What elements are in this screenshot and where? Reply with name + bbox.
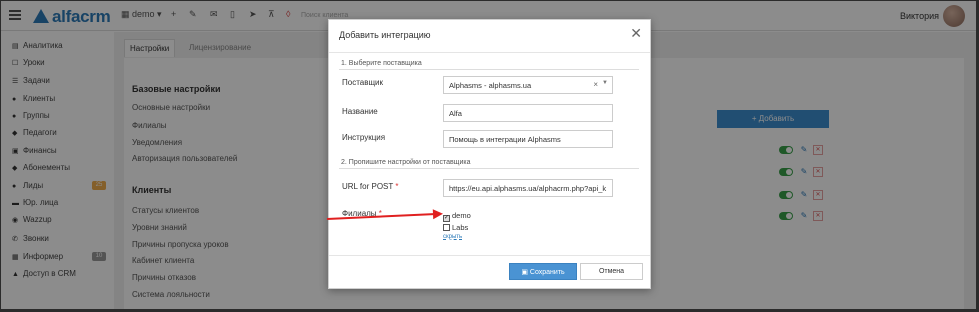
chevron-down-icon[interactable]: ▼ [602, 80, 608, 86]
hide-link[interactable]: скрыть [443, 234, 462, 240]
divider [329, 52, 650, 53]
step1-heading: 1. Выберите поставщика [341, 60, 422, 67]
divider [339, 168, 639, 169]
clear-icon[interactable]: × [593, 80, 598, 89]
checkbox-icon[interactable] [443, 224, 450, 231]
branch-checkbox-labs[interactable]: Labs [443, 223, 468, 232]
step2-heading: 2. Пропишите настройки от поставщика [341, 159, 471, 166]
instruction-label: Инструкция [342, 133, 386, 142]
close-icon[interactable]: ✕ [630, 26, 642, 40]
divider [329, 255, 650, 256]
name-field[interactable]: Alfa [443, 104, 613, 122]
checkbox-checked-icon[interactable]: ✓ [443, 215, 450, 222]
divider [339, 69, 639, 70]
save-icon: ▣ [521, 269, 528, 276]
add-integration-modal: Добавить интеграцию ✕ 1. Выберите постав… [328, 19, 651, 289]
provider-select[interactable]: Alphasms - alphasms.ua × ▼ [443, 76, 613, 94]
provider-label: Поставщик [342, 78, 384, 87]
instruction-field[interactable]: Помощь в интеграции Alphasms [443, 130, 613, 148]
annotation-arrow-head [432, 208, 444, 220]
branch-checkbox-demo[interactable]: ✓ demo [443, 211, 471, 222]
url-field[interactable]: https://eu.api.alphasms.ua/alphacrm.php?… [443, 179, 613, 197]
save-button[interactable]: ▣ Сохранить [509, 263, 577, 280]
modal-title: Добавить интеграцию [339, 30, 431, 40]
name-label: Название [342, 107, 378, 116]
app-window: alfacrm ▦ demo ▾ + ✎ ✉ ▯ ➤ ⊼ ◊ Поиск кли… [0, 0, 979, 312]
cancel-button[interactable]: Отмена [580, 263, 643, 280]
url-label: URL for POST * [342, 182, 399, 191]
